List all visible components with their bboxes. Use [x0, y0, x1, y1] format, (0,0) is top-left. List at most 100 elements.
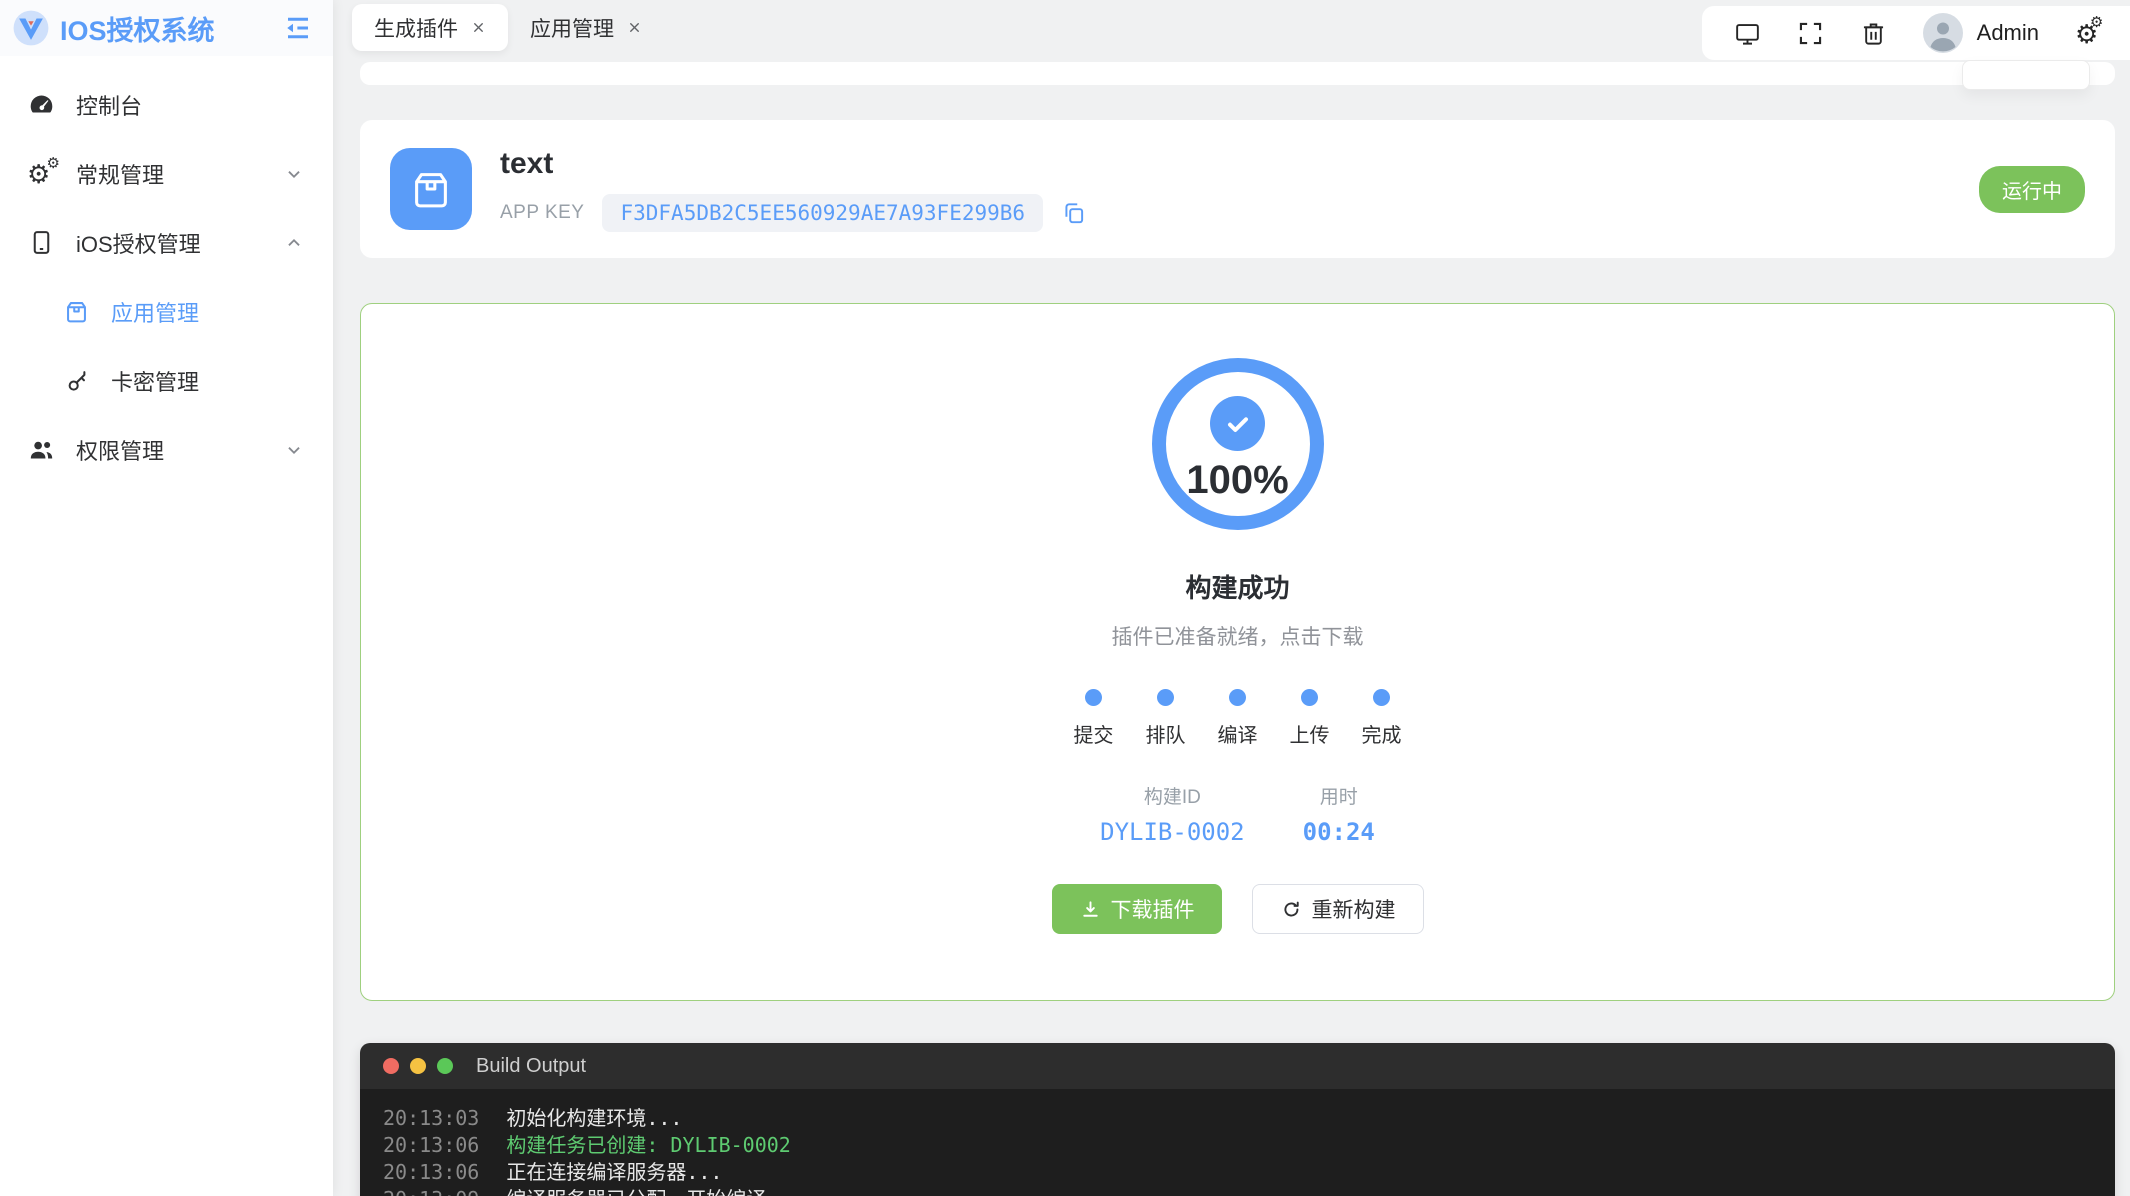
build-output-terminal: Build Output 20:13:03 初始化构建环境... 20:13:0…	[360, 1043, 2115, 1196]
chevron-down-icon	[283, 163, 305, 185]
build-id-label: 构建ID	[1143, 787, 1201, 808]
key-icon	[62, 367, 90, 395]
download-plugin-label: 下载插件	[1110, 899, 1195, 922]
step-dot	[1229, 689, 1246, 706]
close-icon[interactable]	[471, 20, 486, 35]
build-id-group: 构建ID DYLIB-0002	[1100, 782, 1245, 846]
terminal-body[interactable]: 20:13:03 初始化构建环境... 20:13:06 构建任务已创建: DY…	[360, 1089, 2115, 1196]
rebuild-button[interactable]: 重新构建	[1251, 884, 1424, 934]
app-name: text	[500, 146, 554, 180]
monitor-icon[interactable]	[1734, 20, 1761, 47]
user-dropdown-panel	[1962, 60, 2090, 90]
step-upload: 上传	[1274, 689, 1346, 748]
log-timestamp: 20:13:03	[383, 1106, 480, 1130]
log-line: 20:13:06 正在连接编译服务器...	[383, 1159, 2115, 1186]
build-duration-label: 用时	[1319, 787, 1358, 808]
traffic-light-yellow-icon	[410, 1058, 426, 1074]
log-message: 正在连接编译服务器...	[506, 1160, 723, 1184]
traffic-light-red-icon	[383, 1058, 399, 1074]
sidebar-item-label: 控制台	[76, 93, 143, 119]
sidebar-item-label: 卡密管理	[111, 369, 200, 395]
app-key-row: APP KEY F3DFA5DB2C5EE560929AE7A93FE299B6	[500, 193, 1087, 232]
build-actions: 下载插件 重新构建	[1051, 884, 1424, 934]
app-key-label: APP KEY	[500, 201, 585, 223]
tablet-icon	[27, 229, 55, 257]
download-icon	[1082, 900, 1098, 917]
step-dot	[1373, 689, 1390, 706]
log-line: 20:13:06 构建任务已创建: DYLIB-0002	[383, 1132, 2115, 1159]
terminal-header: Build Output	[360, 1043, 2115, 1089]
app-logo-icon	[12, 9, 50, 47]
sidebar-item-card-key-management[interactable]: 卡密管理	[0, 346, 333, 415]
scrolled-card-remnant	[360, 62, 2115, 85]
sidebar-menu: 控制台 ⚙ ⚙ 常规管理 iOS授权管理 应用管理 卡密管理 权限管理	[0, 56, 333, 484]
chevron-up-icon	[283, 232, 305, 254]
log-message: 构建任务已创建: DYLIB-0002	[506, 1133, 791, 1157]
settings-gears-icon[interactable]: ⚙ ⚙	[2075, 15, 2103, 48]
progress-ring: 100%	[1151, 358, 1324, 530]
sidebar-item-label: 权限管理	[76, 438, 165, 464]
build-duration-group: 用时 00:24	[1303, 782, 1375, 846]
app-info-card: text APP KEY F3DFA5DB2C5EE560929AE7A93FE…	[360, 120, 2115, 258]
step-dot	[1157, 689, 1174, 706]
sidebar-collapse-icon[interactable]	[283, 13, 313, 43]
refresh-icon	[1283, 901, 1299, 916]
build-id-value: DYLIB-0002	[1100, 818, 1245, 846]
app-info: text APP KEY F3DFA5DB2C5EE560929AE7A93FE…	[500, 147, 1087, 232]
log-timestamp: 20:13:06	[383, 1133, 480, 1157]
rebuild-label: 重新构建	[1311, 899, 1396, 922]
build-status-subtitle: 插件已准备就绪，点击下载	[1111, 626, 1364, 649]
build-steps: 提交 排队 编译 上传 完成	[1058, 689, 1418, 748]
step-dot	[1085, 689, 1102, 706]
sidebar-item-dashboard[interactable]: 控制台	[0, 70, 333, 139]
log-line: 20:13:03 初始化构建环境...	[383, 1105, 2115, 1132]
chevron-down-icon	[283, 439, 305, 461]
step-label: 上传	[1289, 725, 1330, 747]
sidebar-item-label: 常规管理	[76, 162, 165, 188]
sidebar-item-ios-auth-management[interactable]: iOS授权管理	[0, 208, 333, 277]
step-dot	[1301, 689, 1318, 706]
sidebar-item-label: iOS授权管理	[76, 231, 201, 257]
package-icon	[62, 298, 90, 326]
progress-percent: 100%	[1186, 458, 1289, 502]
user-name: Admin	[1976, 20, 2039, 45]
copy-icon[interactable]	[1061, 200, 1087, 226]
sidebar: IOS授权系统 控制台 ⚙ ⚙ 常规管理 iOS授权管理 应用管理 卡密管理 权…	[0, 0, 333, 1196]
tab-label: 生成插件	[374, 17, 458, 41]
users-icon	[27, 436, 55, 464]
log-message: 编译服务器已分配，开始编译...	[506, 1186, 802, 1196]
traffic-light-green-icon	[437, 1058, 453, 1074]
sidebar-item-app-management[interactable]: 应用管理	[0, 277, 333, 346]
check-icon	[1210, 396, 1265, 451]
sidebar-item-general-management[interactable]: ⚙ ⚙ 常规管理	[0, 139, 333, 208]
close-icon[interactable]	[627, 20, 642, 35]
tab-generate-plugin[interactable]: 生成插件	[352, 4, 508, 51]
app-title: IOS授权系统	[60, 15, 215, 46]
step-label: 提交	[1073, 725, 1114, 747]
step-submit: 提交	[1058, 689, 1130, 748]
log-timestamp: 20:13:06	[383, 1160, 480, 1184]
log-timestamp: 20:13:09	[383, 1186, 479, 1196]
trash-icon[interactable]	[1860, 20, 1887, 47]
build-status-title: 构建成功	[1185, 573, 1290, 603]
user-menu[interactable]: Admin	[1922, 13, 2039, 53]
sidebar-item-label: 应用管理	[111, 300, 200, 326]
log-line: 20:13:09 编译服务器已分配，开始编译...	[383, 1186, 2115, 1196]
tab-label: 应用管理	[530, 17, 614, 41]
sidebar-item-permission-management[interactable]: 权限管理	[0, 415, 333, 484]
build-meta: 构建ID DYLIB-0002 用时 00:24	[1100, 782, 1375, 846]
terminal-title: Build Output	[476, 1054, 587, 1077]
app-key-value: F3DFA5DB2C5EE560929AE7A93FE299B6	[602, 193, 1044, 232]
dashboard-icon	[27, 91, 55, 119]
step-queue: 排队	[1130, 689, 1202, 748]
fullscreen-icon[interactable]	[1797, 20, 1824, 47]
download-plugin-button[interactable]: 下载插件	[1051, 884, 1222, 934]
tab-app-management[interactable]: 应用管理	[508, 4, 664, 51]
log-message: 初始化构建环境...	[506, 1106, 683, 1130]
build-duration-value: 00:24	[1302, 818, 1375, 846]
sidebar-header: IOS授权系统	[0, 0, 333, 56]
step-label: 编译	[1217, 725, 1258, 747]
top-toolbar: Admin ⚙ ⚙	[1701, 6, 2130, 60]
step-label: 完成	[1361, 725, 1402, 747]
app-package-icon	[390, 148, 472, 230]
